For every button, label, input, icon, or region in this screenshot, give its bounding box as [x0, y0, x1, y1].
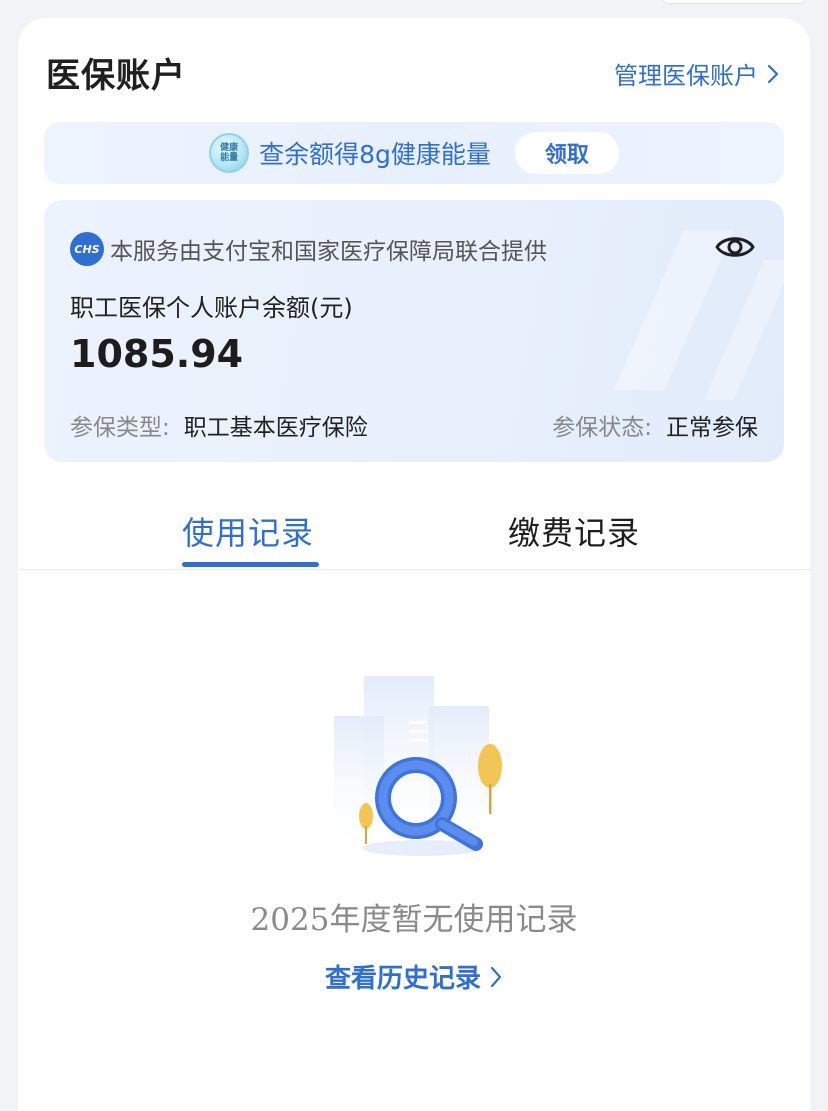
insurance-type-value: 职工基本医疗保险 [183, 415, 368, 441]
active-tab-indicator [182, 562, 319, 567]
tab-payment-records[interactable]: 缴费记录 [508, 508, 640, 554]
claim-button[interactable]: 领取 [514, 132, 619, 174]
tab-usage-records[interactable]: 使用记录 [182, 508, 314, 554]
empty-state-message: 2025年度暂无使用记录 [250, 902, 578, 938]
chevron-right-icon [767, 64, 779, 83]
account-balance-panel: CHS 本服务由支付宝和国家医疗保障局联合提供 职工医保个人账户余额(元) 10… [44, 200, 784, 462]
promo-banner[interactable]: 健康 能量 查余额得8g健康能量 领取 [44, 122, 784, 184]
medical-account-card: 医保账户 管理医保账户 健康 能量 查余额得8g健康能量 领取 CHS 本服务由… [18, 18, 810, 1111]
insurance-status: 参保状态: 正常参保 [552, 408, 758, 442]
record-tabs: 使用记录 缴费记录 [18, 488, 810, 570]
balance-label: 职工医保个人账户余额(元) [70, 294, 353, 322]
insurance-type-label: 参保类型: [70, 415, 170, 441]
promo-text: 查余额得8g健康能量 [259, 140, 491, 169]
view-history-link[interactable]: 查看历史记录 [18, 958, 810, 995]
view-history-label: 查看历史记录 [324, 964, 481, 994]
insurance-status-label: 参保状态: [552, 415, 652, 441]
health-energy-badge-icon: 健康 能量 [209, 133, 250, 173]
balance-value: 1085.94 [70, 332, 244, 376]
provider-row: CHS 本服务由支付宝和国家医疗保障局联合提供 [70, 232, 547, 266]
chs-logo-icon: CHS [70, 232, 104, 266]
manage-account-label: 管理医保账户 [614, 62, 758, 90]
manage-account-link[interactable]: 管理医保账户 [614, 56, 780, 91]
eye-icon[interactable] [714, 230, 756, 264]
insurance-status-value: 正常参保 [666, 415, 758, 441]
provider-text: 本服务由支付宝和国家医疗保障局联合提供 [110, 239, 547, 265]
search-illustration-icon [334, 676, 502, 856]
insurance-type: 参保类型: 职工基本医疗保险 [70, 408, 368, 442]
chevron-right-icon [490, 966, 502, 987]
page-title: 医保账户 [46, 56, 186, 96]
top-status-pill [660, 0, 808, 4]
insurance-meta-row: 参保类型: 职工基本医疗保险 参保状态: 正常参保 [70, 408, 758, 442]
